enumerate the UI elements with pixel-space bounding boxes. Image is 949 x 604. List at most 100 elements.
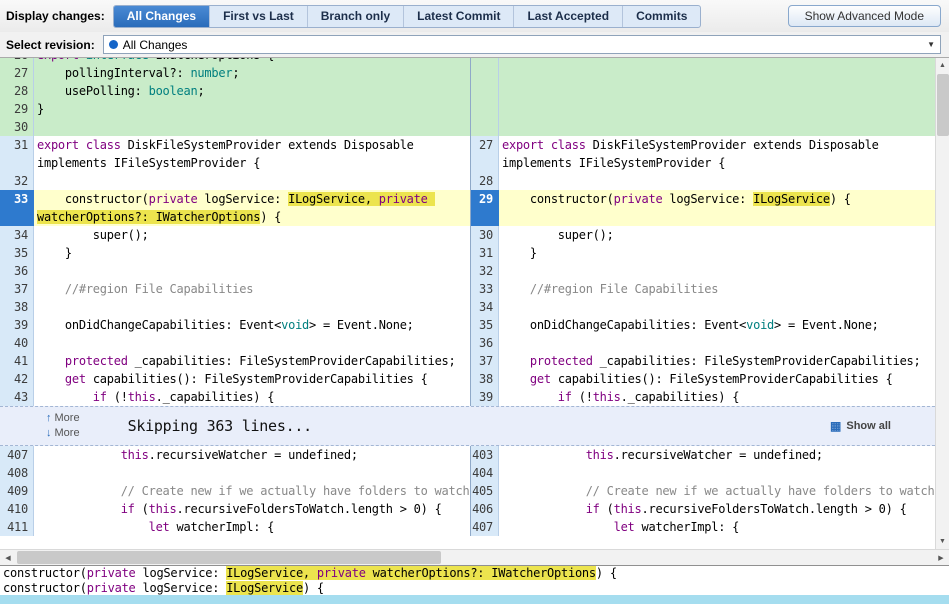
code-line[interactable]	[34, 262, 470, 280]
line-number[interactable]: 403	[470, 446, 499, 464]
code-line[interactable]: constructor(private logService: ILogServ…	[499, 190, 935, 226]
code-line[interactable]: }	[34, 244, 470, 262]
code-line[interactable]: this.recursiveWatcher = undefined;	[34, 446, 470, 464]
line-number[interactable]: 28	[470, 172, 499, 190]
code-line[interactable]: if (this.recursiveFoldersToWatch.length …	[499, 500, 935, 518]
code-line[interactable]: if (!this._capabilities) {	[499, 388, 935, 406]
line-number[interactable]: 410	[0, 500, 34, 518]
vertical-scrollbar[interactable]: ▲ ▼	[935, 58, 949, 549]
line-number[interactable]: 30	[470, 226, 499, 244]
code-line[interactable]	[499, 118, 935, 136]
code-line[interactable]: // Create new if we actually have folder…	[34, 482, 470, 500]
horizontal-scrollbar[interactable]: ◀ ▶	[0, 549, 949, 565]
line-number[interactable]: 29	[0, 100, 34, 118]
code-line[interactable]: onDidChangeCapabilities: Event<void> = E…	[499, 316, 935, 334]
code-line[interactable]	[499, 172, 935, 190]
line-number[interactable]: 35	[470, 316, 499, 334]
line-number[interactable]: 407	[470, 518, 499, 536]
code-line[interactable]	[499, 100, 935, 118]
line-number[interactable]: 27	[470, 136, 499, 172]
line-number[interactable]: 406	[470, 500, 499, 518]
code-line[interactable]: }	[499, 244, 935, 262]
scroll-left-icon[interactable]: ◀	[0, 550, 16, 566]
code-line[interactable]: //#region File Capabilities	[499, 280, 935, 298]
line-number[interactable]: 33	[470, 280, 499, 298]
code-line[interactable]	[34, 172, 470, 190]
code-line[interactable]	[499, 334, 935, 352]
code-line[interactable]	[499, 262, 935, 280]
code-line[interactable]: protected _capabilities: FileSystemProvi…	[499, 352, 935, 370]
line-number[interactable]: 38	[0, 298, 34, 316]
line-number[interactable]: 31	[0, 136, 34, 172]
line-number[interactable]: 36	[0, 262, 34, 280]
code-line[interactable]	[34, 298, 470, 316]
line-number[interactable]: 42	[0, 370, 34, 388]
dropdown-arrow-icon[interactable]: ▼	[927, 40, 935, 49]
line-number[interactable]: 27	[0, 64, 34, 82]
tab-commits[interactable]: Commits	[622, 5, 700, 27]
code-line[interactable]: //#region File Capabilities	[34, 280, 470, 298]
code-line[interactable]	[499, 58, 935, 64]
code-line[interactable]	[34, 118, 470, 136]
line-number[interactable]: 37	[0, 280, 34, 298]
line-number[interactable]	[470, 100, 499, 118]
line-number[interactable]	[470, 118, 499, 136]
code-line[interactable]: usePolling: boolean;	[34, 82, 470, 100]
code-line[interactable]: super();	[34, 226, 470, 244]
line-number[interactable]: 407	[0, 446, 34, 464]
code-line[interactable]: get capabilities(): FileSystemProviderCa…	[34, 370, 470, 388]
scroll-up-icon[interactable]: ▲	[936, 58, 949, 73]
scroll-down-icon[interactable]: ▼	[936, 534, 949, 549]
line-number[interactable]: 29	[470, 190, 499, 226]
code-line[interactable]: pollingInterval?: number;	[34, 64, 470, 82]
line-number[interactable]	[470, 82, 499, 100]
line-number[interactable]: 408	[0, 464, 34, 482]
code-line[interactable]: export class DiskFileSystemProvider exte…	[34, 136, 470, 172]
line-number[interactable]: 31	[470, 244, 499, 262]
line-number[interactable]: 28	[0, 82, 34, 100]
code-line[interactable]: }	[34, 100, 470, 118]
line-number[interactable]: 35	[0, 244, 34, 262]
more-down-button[interactable]: ↓ More	[46, 427, 80, 440]
tab-first-vs-last[interactable]: First vs Last	[209, 5, 307, 27]
line-number[interactable]: 409	[0, 482, 34, 500]
code-line[interactable]	[499, 82, 935, 100]
tab-branch-only[interactable]: Branch only	[306, 5, 403, 27]
code-line[interactable]: onDidChangeCapabilities: Event<void> = E…	[34, 316, 470, 334]
revision-select[interactable]: All Changes ▼	[102, 35, 941, 54]
horizontal-scrollbar-thumb[interactable]	[17, 551, 441, 564]
code-line[interactable]	[34, 464, 470, 482]
line-number[interactable]: 40	[0, 334, 34, 352]
scroll-right-icon[interactable]: ▶	[933, 550, 949, 566]
tab-latest-commit[interactable]: Latest Commit	[403, 5, 513, 27]
line-number[interactable]: 405	[470, 482, 499, 500]
line-number[interactable]: 34	[0, 226, 34, 244]
line-number[interactable]: 32	[470, 262, 499, 280]
line-number[interactable]: 43	[0, 388, 34, 406]
code-line[interactable]: super();	[499, 226, 935, 244]
code-line[interactable]	[34, 334, 470, 352]
tab-all-changes[interactable]: All Changes	[113, 5, 210, 27]
line-number[interactable]: 37	[470, 352, 499, 370]
line-number[interactable]: 30	[0, 118, 34, 136]
line-number[interactable]: 34	[470, 298, 499, 316]
more-up-button[interactable]: ↑ More	[46, 412, 80, 425]
code-line[interactable]: if (this.recursiveFoldersToWatch.length …	[34, 500, 470, 518]
code-line[interactable]: let watcherImpl: {	[499, 518, 935, 536]
show-advanced-mode-button[interactable]: Show Advanced Mode	[787, 5, 941, 27]
code-line[interactable]: protected _capabilities: FileSystemProvi…	[34, 352, 470, 370]
line-number[interactable]: 41	[0, 352, 34, 370]
code-line[interactable]: // Create new if we actually have folder…	[499, 482, 935, 500]
line-number[interactable]: 404	[470, 464, 499, 482]
line-number[interactable]: 33	[0, 190, 34, 226]
show-all-button[interactable]: ▦ Show all	[830, 419, 891, 433]
code-line[interactable]: let watcherImpl: {	[34, 518, 470, 536]
line-number[interactable]: 32	[0, 172, 34, 190]
line-number[interactable]: 26	[0, 58, 34, 64]
code-line[interactable]: constructor(private logService: ILogServ…	[34, 190, 470, 226]
code-line[interactable]: get capabilities(): FileSystemProviderCa…	[499, 370, 935, 388]
tab-last-accepted[interactable]: Last Accepted	[513, 5, 622, 27]
code-line[interactable]	[499, 464, 935, 482]
line-number[interactable]: 38	[470, 370, 499, 388]
line-number[interactable]: 39	[470, 388, 499, 406]
